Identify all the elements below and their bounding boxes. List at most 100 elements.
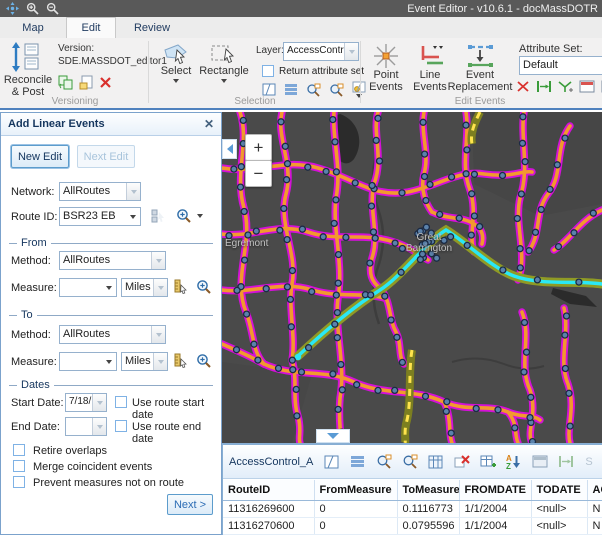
tab-edit[interactable]: Edit [66,17,116,38]
to-measure-pick-icon[interactable] [171,352,189,369]
pan-to-selection-icon[interactable] [329,83,344,97]
selected-records-icon[interactable] [284,83,298,96]
select-dropdown-caret[interactable] [173,79,179,83]
zoom-to-route-icon[interactable] [175,207,193,224]
zoom-out-icon[interactable] [44,2,60,15]
next-button[interactable]: Next > [167,494,213,515]
table-layer-tab[interactable]: AccessControl_A [229,456,313,468]
to-method-dropdown[interactable]: AllRoutes [59,325,166,344]
delete-version-icon[interactable] [99,76,112,89]
network-dropdown[interactable]: AllRoutes [59,182,141,201]
pan-icon[interactable] [4,2,20,15]
svg-text:Z: Z [506,462,511,469]
start-date-dropdown[interactable]: 7/18/ [65,393,107,412]
column-header[interactable]: ToMeasure [397,480,459,500]
reconcile-post-button[interactable]: Reconcile & Post [2,74,54,98]
select-route-on-map-icon[interactable] [149,207,167,224]
end-date-dropdown[interactable] [65,417,107,436]
window-title: Event Editor - v10.6.1 - docMassDOTR [407,3,598,15]
use-route-start-date-checkbox[interactable] [115,396,127,408]
retire-overlaps-checkbox[interactable] [13,444,25,456]
to-measure-dropdown[interactable] [59,352,117,371]
from-method-dropdown-arrow[interactable] [151,252,165,269]
next-edit-button[interactable]: Next Edit [77,145,135,168]
from-method-dropdown[interactable]: AllRoutes [59,251,166,270]
column-header[interactable]: FROMDATE [459,480,531,500]
column-header[interactable]: RouteID [223,480,314,500]
select-features-icon[interactable] [262,83,276,96]
layer-dropdown-arrow[interactable] [344,43,358,60]
collapse-bottom-panel-button[interactable] [316,429,350,443]
start-date-dropdown-arrow[interactable] [92,394,106,411]
refresh-version-icon[interactable] [58,75,74,90]
attribute-set-dropdown[interactable]: Default [519,56,602,75]
point-events-button[interactable]: Point Events [366,43,406,93]
pan-to-selection-icon[interactable] [401,453,418,470]
event-replacement-button[interactable]: Event Replacement [443,43,517,93]
map-zoom-in-button[interactable]: + [245,134,272,161]
reconcile-post-icon[interactable] [10,42,46,72]
tab-review[interactable]: Review [124,17,180,38]
network-dropdown-arrow[interactable] [126,183,140,200]
table-row[interactable]: 11316270600 0 0.0795596 1/1/2004 <null> … [223,517,602,534]
column-header[interactable]: AC [587,480,602,500]
map-canvas[interactable]: Egremont Great Barrington + − [222,112,602,443]
event-attributes-icon[interactable] [579,80,595,93]
column-header[interactable]: TODATE [531,480,587,500]
zoom-to-selection-icon[interactable] [306,83,321,97]
to-zoom-icon[interactable] [195,352,213,369]
statistics-icon[interactable] [427,453,444,470]
new-version-icon[interactable] [79,75,94,90]
route-id-dropdown[interactable]: BSR23 EB [59,207,141,226]
zoom-options-caret[interactable] [197,214,203,218]
truncated-toolbar-button[interactable]: S [585,456,592,468]
select-by-attribute-icon[interactable] [352,81,366,98]
attribute-window-icon[interactable] [531,453,548,470]
zoom-in-icon[interactable] [24,2,40,15]
to-unit-dropdown[interactable]: Miles [121,352,168,371]
sort-records-icon[interactable]: A Z [505,453,522,470]
chevron-left-icon [227,144,233,154]
zoom-to-selection-icon[interactable] [375,453,392,470]
rectangle-dropdown-caret[interactable] [221,79,227,83]
ribbon-tabstrip: Map Edit Review [0,17,602,38]
from-measure-dropdown-arrow[interactable] [102,279,116,296]
from-measure-pick-icon[interactable] [171,278,189,295]
tab-map[interactable]: Map [8,17,58,38]
to-method-label: Method: [11,329,51,341]
attribute-table: RouteID FromMeasure ToMeasure FROMDATE T… [223,480,602,535]
column-header[interactable]: FromMeasure [314,480,397,500]
rectangle-button[interactable]: Rectangle [198,43,250,83]
measure-selection-icon[interactable] [557,453,574,470]
to-method-dropdown-arrow[interactable] [151,326,165,343]
from-unit-dropdown[interactable]: Miles [121,278,168,297]
prevent-measures-checkbox[interactable] [13,476,25,488]
new-edit-button[interactable]: New Edit [11,145,69,168]
add-record-icon[interactable] [479,453,496,470]
to-unit-dropdown-arrow[interactable] [153,353,167,370]
return-attribute-set-checkbox[interactable] [262,65,274,77]
from-measure-dropdown[interactable] [59,278,117,297]
end-date-dropdown-arrow[interactable] [92,418,106,435]
from-zoom-icon[interactable] [195,278,213,295]
layer-dropdown[interactable]: AccessControl_A [283,42,359,61]
select-features-icon[interactable] [323,453,340,470]
to-measure-dropdown-arrow[interactable] [102,353,116,370]
show-selected-records-icon[interactable] [349,453,366,470]
measure-event-icon[interactable] [536,80,552,93]
from-group-legend: From [9,237,213,249]
merge-coincident-events-label: Merge coincident events [33,461,152,473]
select-button[interactable]: Select [158,43,194,83]
route-id-dropdown-arrow[interactable] [126,208,140,225]
close-icon[interactable]: ✕ [204,117,214,131]
table-row[interactable]: 11316269600 0 0.1116773 1/1/2004 <null> … [223,500,602,517]
collapse-left-panel-button[interactable] [222,139,237,159]
merge-coincident-events-checkbox[interactable] [13,460,25,472]
split-event-icon[interactable] [516,80,530,93]
merge-event-icon[interactable] [558,80,573,93]
use-route-end-date-checkbox[interactable] [115,420,127,432]
clear-selection-icon[interactable] [453,453,470,470]
map-zoom-out-button[interactable]: − [245,160,272,187]
from-unit-dropdown-arrow[interactable] [153,279,167,296]
edit-events-tools [516,80,602,93]
